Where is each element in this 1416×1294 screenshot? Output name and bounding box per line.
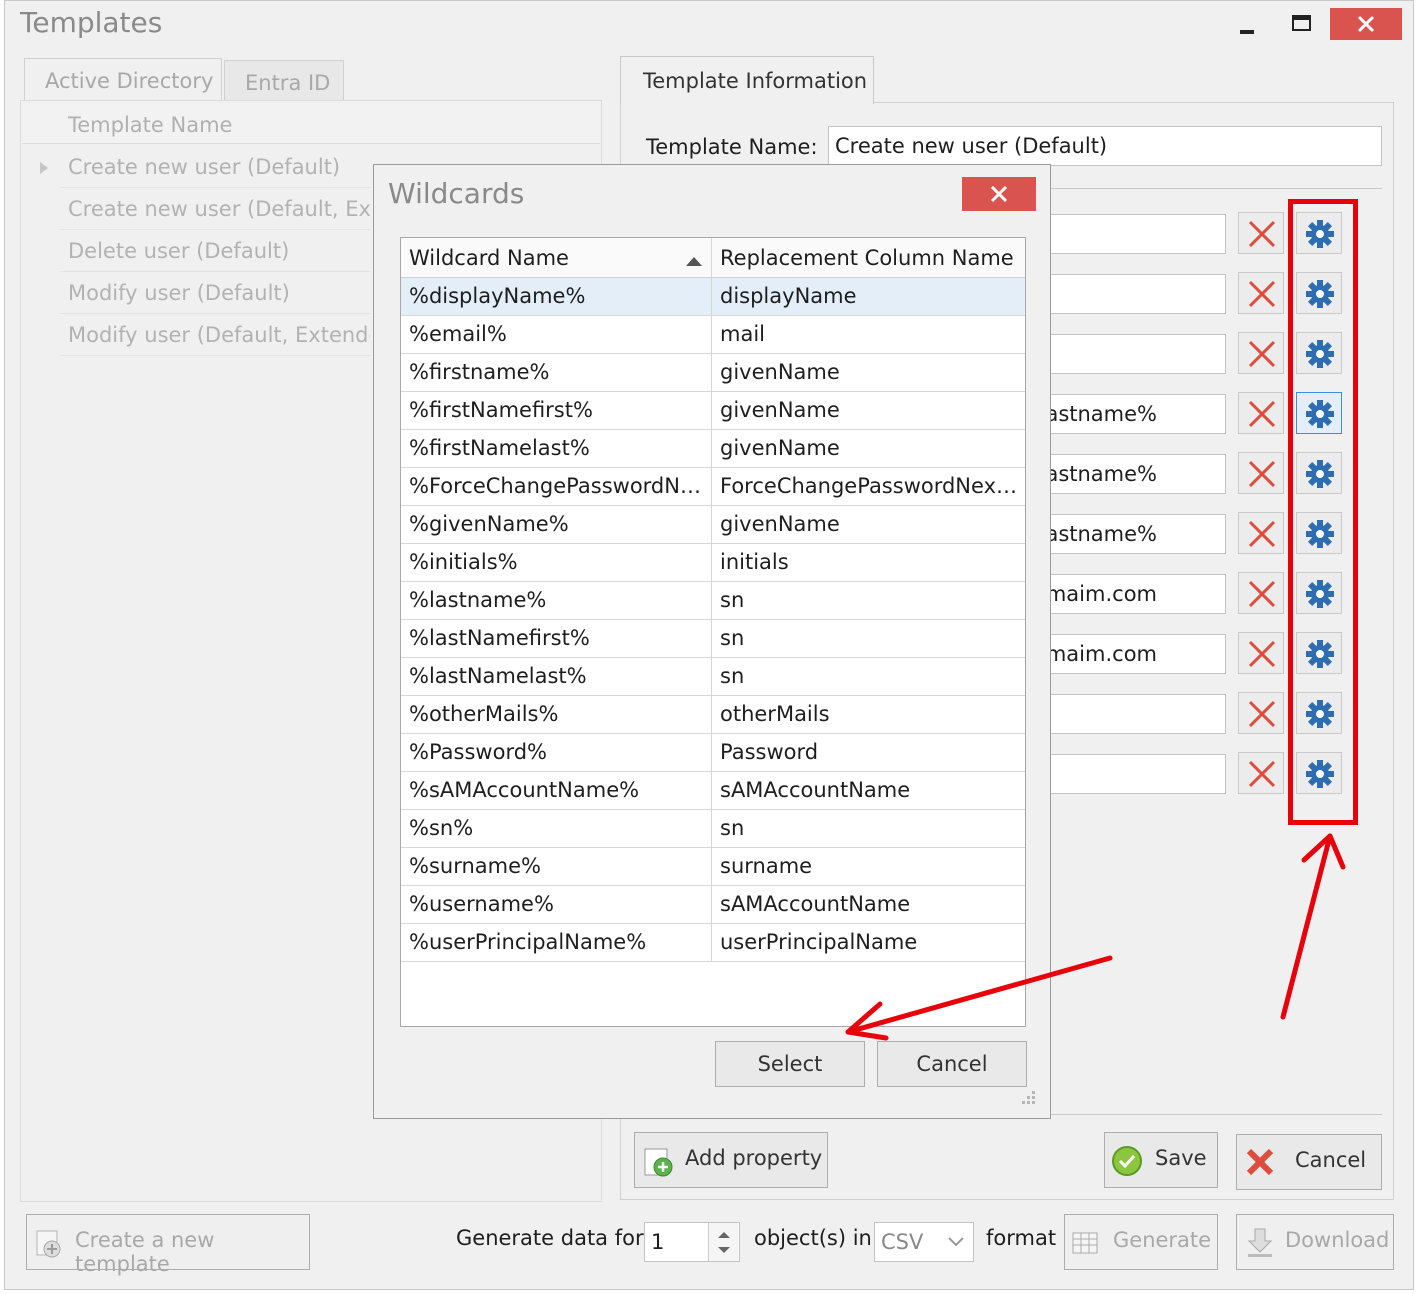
annotation-arrow-gear xyxy=(1280,833,1333,1020)
annotation-arrow-select xyxy=(845,955,1113,1035)
annotation-arrows xyxy=(845,833,1346,1041)
